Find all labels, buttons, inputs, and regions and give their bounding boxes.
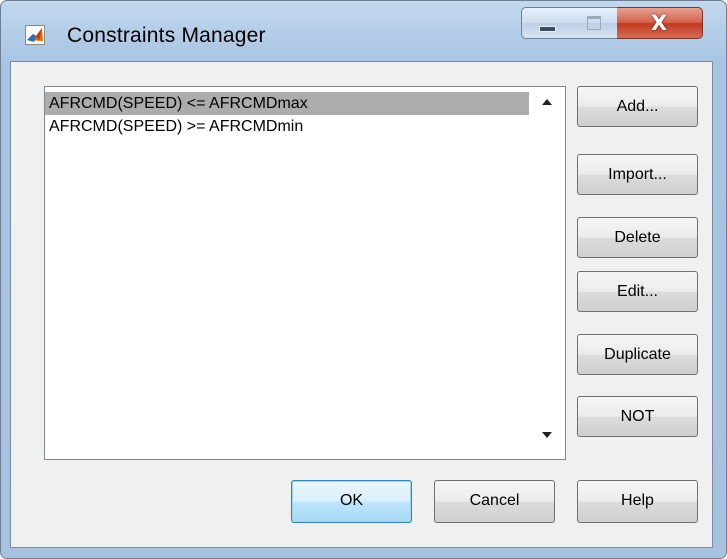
cancel-button[interactable]: Cancel xyxy=(434,480,555,523)
maximize-button[interactable] xyxy=(569,7,618,39)
list-item[interactable]: AFRCMD(SPEED) >= AFRCMDmin xyxy=(45,115,529,138)
ok-button[interactable]: OK xyxy=(291,480,412,523)
import-button[interactable]: Import... xyxy=(577,154,698,195)
not-button[interactable]: NOT xyxy=(577,396,698,437)
constraints-listbox[interactable]: AFRCMD(SPEED) <= AFRCMDmax AFRCMD(SPEED)… xyxy=(44,86,566,460)
help-button[interactable]: Help xyxy=(577,480,698,523)
matlab-icon xyxy=(25,25,45,45)
constraints-list: AFRCMD(SPEED) <= AFRCMDmax AFRCMD(SPEED)… xyxy=(45,92,529,138)
scroll-up-arrow-icon[interactable] xyxy=(542,99,552,105)
edit-button[interactable]: Edit... xyxy=(577,271,698,312)
window-title: Constraints Manager xyxy=(67,24,266,47)
constraints-manager-window: Constraints Manager X AFRCMD(SPEED) <= A… xyxy=(0,0,727,559)
add-button[interactable]: Add... xyxy=(577,86,698,127)
vertical-scrollbar[interactable] xyxy=(531,87,565,459)
title-bar[interactable]: Constraints Manager X xyxy=(1,1,726,61)
scroll-down-arrow-icon[interactable] xyxy=(542,432,552,438)
close-icon: X xyxy=(650,11,668,35)
list-item[interactable]: AFRCMD(SPEED) <= AFRCMDmax xyxy=(45,92,529,115)
maximize-icon xyxy=(587,16,601,30)
minimize-button[interactable] xyxy=(521,7,570,39)
dialog-client-area: AFRCMD(SPEED) <= AFRCMDmax AFRCMD(SPEED)… xyxy=(10,61,713,548)
delete-button[interactable]: Delete xyxy=(577,217,698,258)
close-button[interactable]: X xyxy=(617,7,703,39)
duplicate-button[interactable]: Duplicate xyxy=(577,334,698,375)
minimize-icon xyxy=(539,26,556,32)
